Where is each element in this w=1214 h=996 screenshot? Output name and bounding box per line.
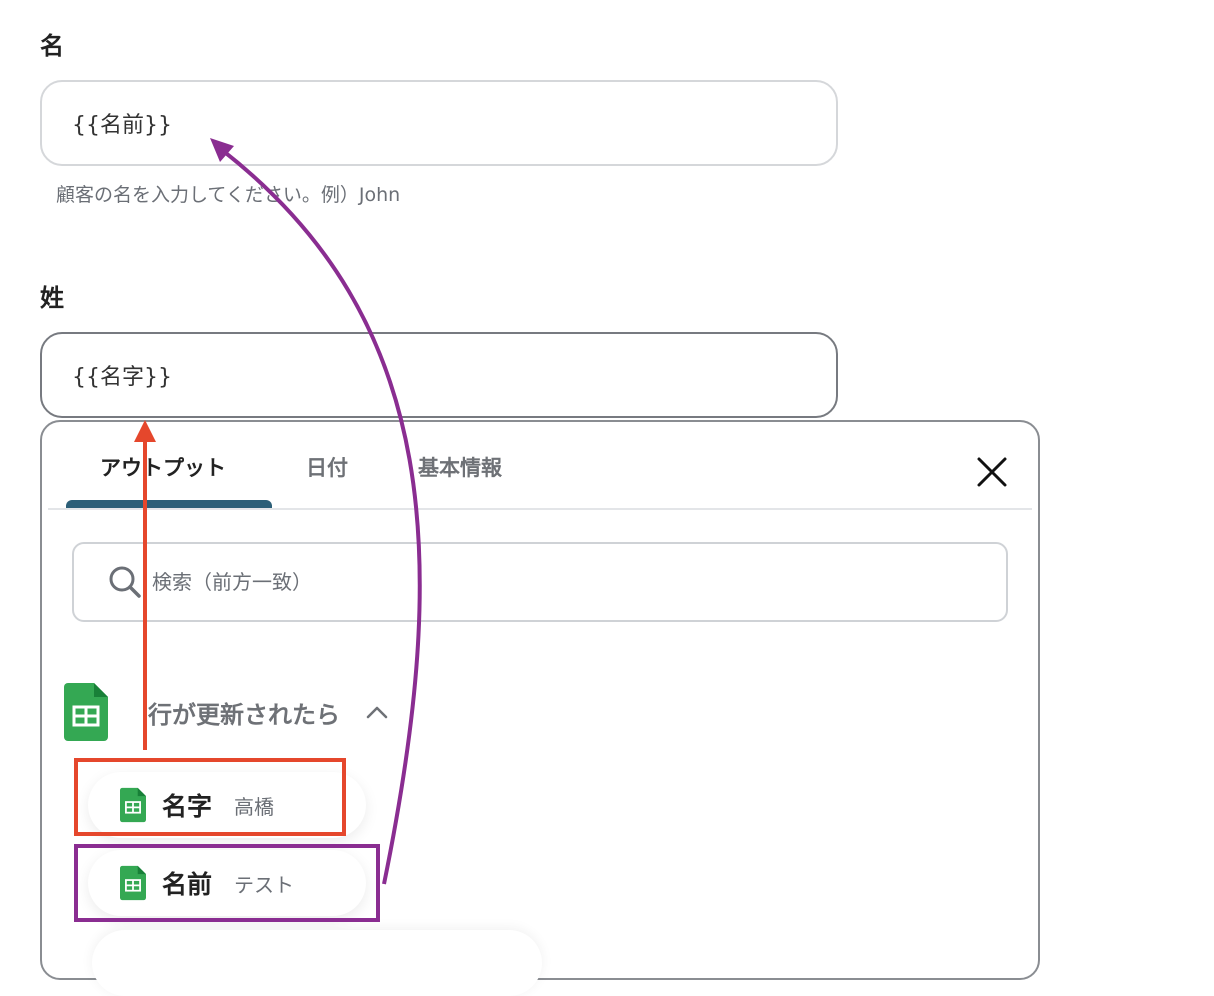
- annotation-arrows: [134, 138, 422, 885]
- purple-arrow-curve: [220, 148, 422, 885]
- red-arrow-head: [134, 420, 156, 442]
